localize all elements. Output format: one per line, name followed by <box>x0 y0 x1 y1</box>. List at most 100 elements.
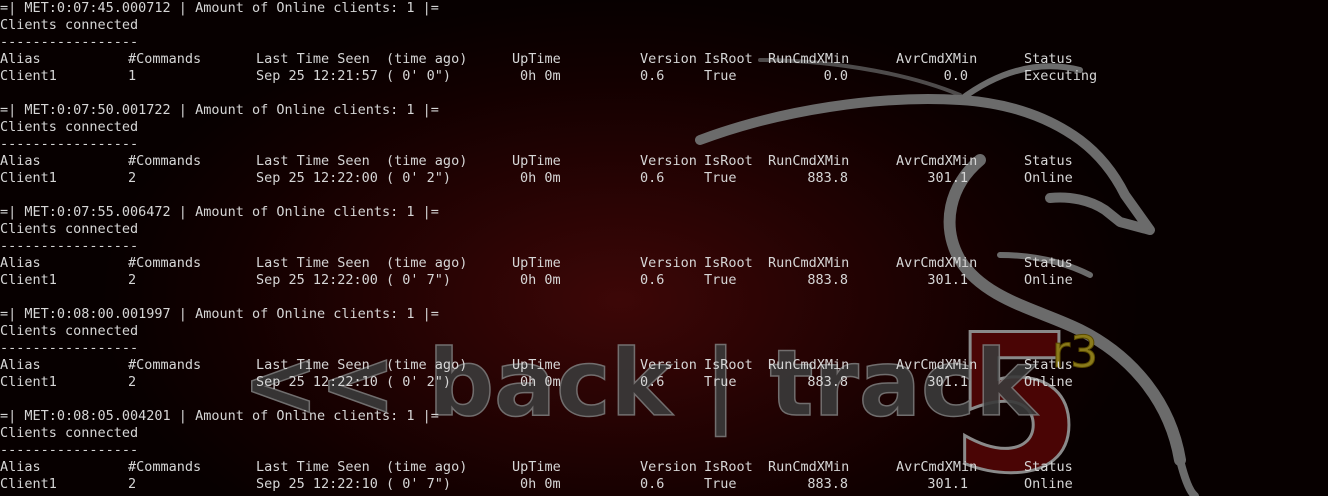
status-block: =| MET:0:07:50.001722 | Amount of Online… <box>0 102 1328 187</box>
version-value: 0.6 <box>640 170 665 186</box>
status-value: Online <box>1024 476 1073 492</box>
client-alias: Client1 <box>0 170 57 186</box>
avrcmd-value: 301.1 <box>927 170 968 186</box>
version-value: 0.6 <box>640 476 665 492</box>
column-header: Last Time Seen (time ago) <box>256 357 468 373</box>
commands-count: 2 <box>128 374 137 390</box>
uptime-value: 0h 0m <box>520 272 561 288</box>
isroot-value: True <box>704 170 737 186</box>
met-status-line: =| MET:0:08:05.004201 | Amount of Online… <box>0 408 439 424</box>
status-block: =| MET:0:08:00.001997 | Amount of Online… <box>0 306 1328 391</box>
last-seen-value: Sep 25 12:22:10 ( 0' 7") <box>256 476 452 492</box>
commands-count: 2 <box>128 170 137 186</box>
column-header: IsRoot <box>704 255 753 271</box>
column-header: Status <box>1024 51 1073 67</box>
column-header: IsRoot <box>704 153 753 169</box>
column-header: #Commands <box>128 357 202 373</box>
table-row: Client1 2 Sep 25 12:22:00 ( 0' 2") 0h 0m 0.6… <box>0 170 1328 187</box>
column-header: RunCmdXMin <box>768 255 850 271</box>
terminal-output[interactable]: =| MET:0:07:45.000712 | Amount of Online… <box>0 0 1328 496</box>
column-header: AvrCmdXMin <box>896 51 978 67</box>
met-status-line: =| MET:0:07:45.000712 | Amount of Online… <box>0 0 439 16</box>
table-row: Client1 2 Sep 25 12:22:10 ( 0' 2") 0h 0m 0.6… <box>0 374 1328 391</box>
isroot-value: True <box>704 374 737 390</box>
column-header: Version <box>640 51 697 67</box>
status-value: Online <box>1024 170 1073 186</box>
column-header: Last Time Seen (time ago) <box>256 51 468 67</box>
clients-connected-title: Clients connected <box>0 323 139 339</box>
client-alias: Client1 <box>0 68 57 84</box>
table-header-row: Alias #Commands Last Time Seen (time ago) U… <box>0 459 1328 476</box>
column-header: AvrCmdXMin <box>896 357 978 373</box>
column-header: Version <box>640 459 697 475</box>
table-row: Client1 1 Sep 25 12:21:57 ( 0' 0") 0h 0m 0.6… <box>0 68 1328 85</box>
column-header: #Commands <box>128 459 202 475</box>
commands-count: 1 <box>128 68 137 84</box>
avrcmd-value: 301.1 <box>927 476 968 492</box>
column-header: Version <box>640 153 697 169</box>
table-row: Client1 2 Sep 25 12:22:00 ( 0' 7") 0h 0m 0.6… <box>0 272 1328 289</box>
uptime-value: 0h 0m <box>520 374 561 390</box>
separator-line: ----------------- <box>0 442 139 458</box>
column-header: RunCmdXMin <box>768 357 850 373</box>
separator-line: ----------------- <box>0 340 139 356</box>
column-header: RunCmdXMin <box>768 459 850 475</box>
column-header: IsRoot <box>704 51 753 67</box>
status-value: Online <box>1024 374 1073 390</box>
column-header: RunCmdXMin <box>768 51 850 67</box>
client-alias: Client1 <box>0 272 57 288</box>
table-row: Client1 2 Sep 25 12:22:10 ( 0' 7") 0h 0m 0.6… <box>0 476 1328 493</box>
clients-connected-title: Clients connected <box>0 17 139 33</box>
avrcmd-value: 301.1 <box>927 374 968 390</box>
commands-count: 2 <box>128 272 137 288</box>
column-header: Version <box>640 255 697 271</box>
status-value: Online <box>1024 272 1073 288</box>
client-alias: Client1 <box>0 476 57 492</box>
clients-connected-title: Clients connected <box>0 119 139 135</box>
column-header: AvrCmdXMin <box>896 255 978 271</box>
column-header: UpTime <box>512 255 561 271</box>
separator-line: ----------------- <box>0 238 139 254</box>
version-value: 0.6 <box>640 272 665 288</box>
clients-connected-title: Clients connected <box>0 221 139 237</box>
last-seen-value: Sep 25 12:22:10 ( 0' 2") <box>256 374 452 390</box>
runcmd-value: 883.8 <box>807 170 848 186</box>
status-value: Executing <box>1024 68 1098 84</box>
isroot-value: True <box>704 476 737 492</box>
column-header: AvrCmdXMin <box>896 153 978 169</box>
column-header: Status <box>1024 357 1073 373</box>
column-header: Alias <box>0 153 41 169</box>
uptime-value: 0h 0m <box>520 170 561 186</box>
clients-connected-title: Clients connected <box>0 425 139 441</box>
client-alias: Client1 <box>0 374 57 390</box>
table-header-row: Alias #Commands Last Time Seen (time ago) U… <box>0 153 1328 170</box>
table-header-row: Alias #Commands Last Time Seen (time ago) U… <box>0 255 1328 272</box>
status-block: =| MET:0:07:55.006472 | Amount of Online… <box>0 204 1328 289</box>
column-header: Status <box>1024 255 1073 271</box>
column-header: RunCmdXMin <box>768 153 850 169</box>
column-header: IsRoot <box>704 357 753 373</box>
column-header: Last Time Seen (time ago) <box>256 255 468 271</box>
last-seen-value: Sep 25 12:22:00 ( 0' 2") <box>256 170 452 186</box>
last-seen-value: Sep 25 12:21:57 ( 0' 0") <box>256 68 452 84</box>
column-header: Alias <box>0 357 41 373</box>
column-header: Last Time Seen (time ago) <box>256 459 468 475</box>
column-header: Status <box>1024 459 1073 475</box>
avrcmd-value: 301.1 <box>927 272 968 288</box>
commands-count: 2 <box>128 476 137 492</box>
column-header: IsRoot <box>704 459 753 475</box>
column-header: Status <box>1024 153 1073 169</box>
isroot-value: True <box>704 68 737 84</box>
column-header: #Commands <box>128 51 202 67</box>
column-header: UpTime <box>512 459 561 475</box>
version-value: 0.6 <box>640 374 665 390</box>
status-block: =| MET:0:08:05.004201 | Amount of Online… <box>0 408 1328 493</box>
column-header: #Commands <box>128 255 202 271</box>
column-header: #Commands <box>128 153 202 169</box>
column-header: Alias <box>0 255 41 271</box>
runcmd-value: 883.8 <box>807 272 848 288</box>
uptime-value: 0h 0m <box>520 476 561 492</box>
isroot-value: True <box>704 272 737 288</box>
met-status-line: =| MET:0:07:50.001722 | Amount of Online… <box>0 102 439 118</box>
table-header-row: Alias #Commands Last Time Seen (time ago) U… <box>0 357 1328 374</box>
